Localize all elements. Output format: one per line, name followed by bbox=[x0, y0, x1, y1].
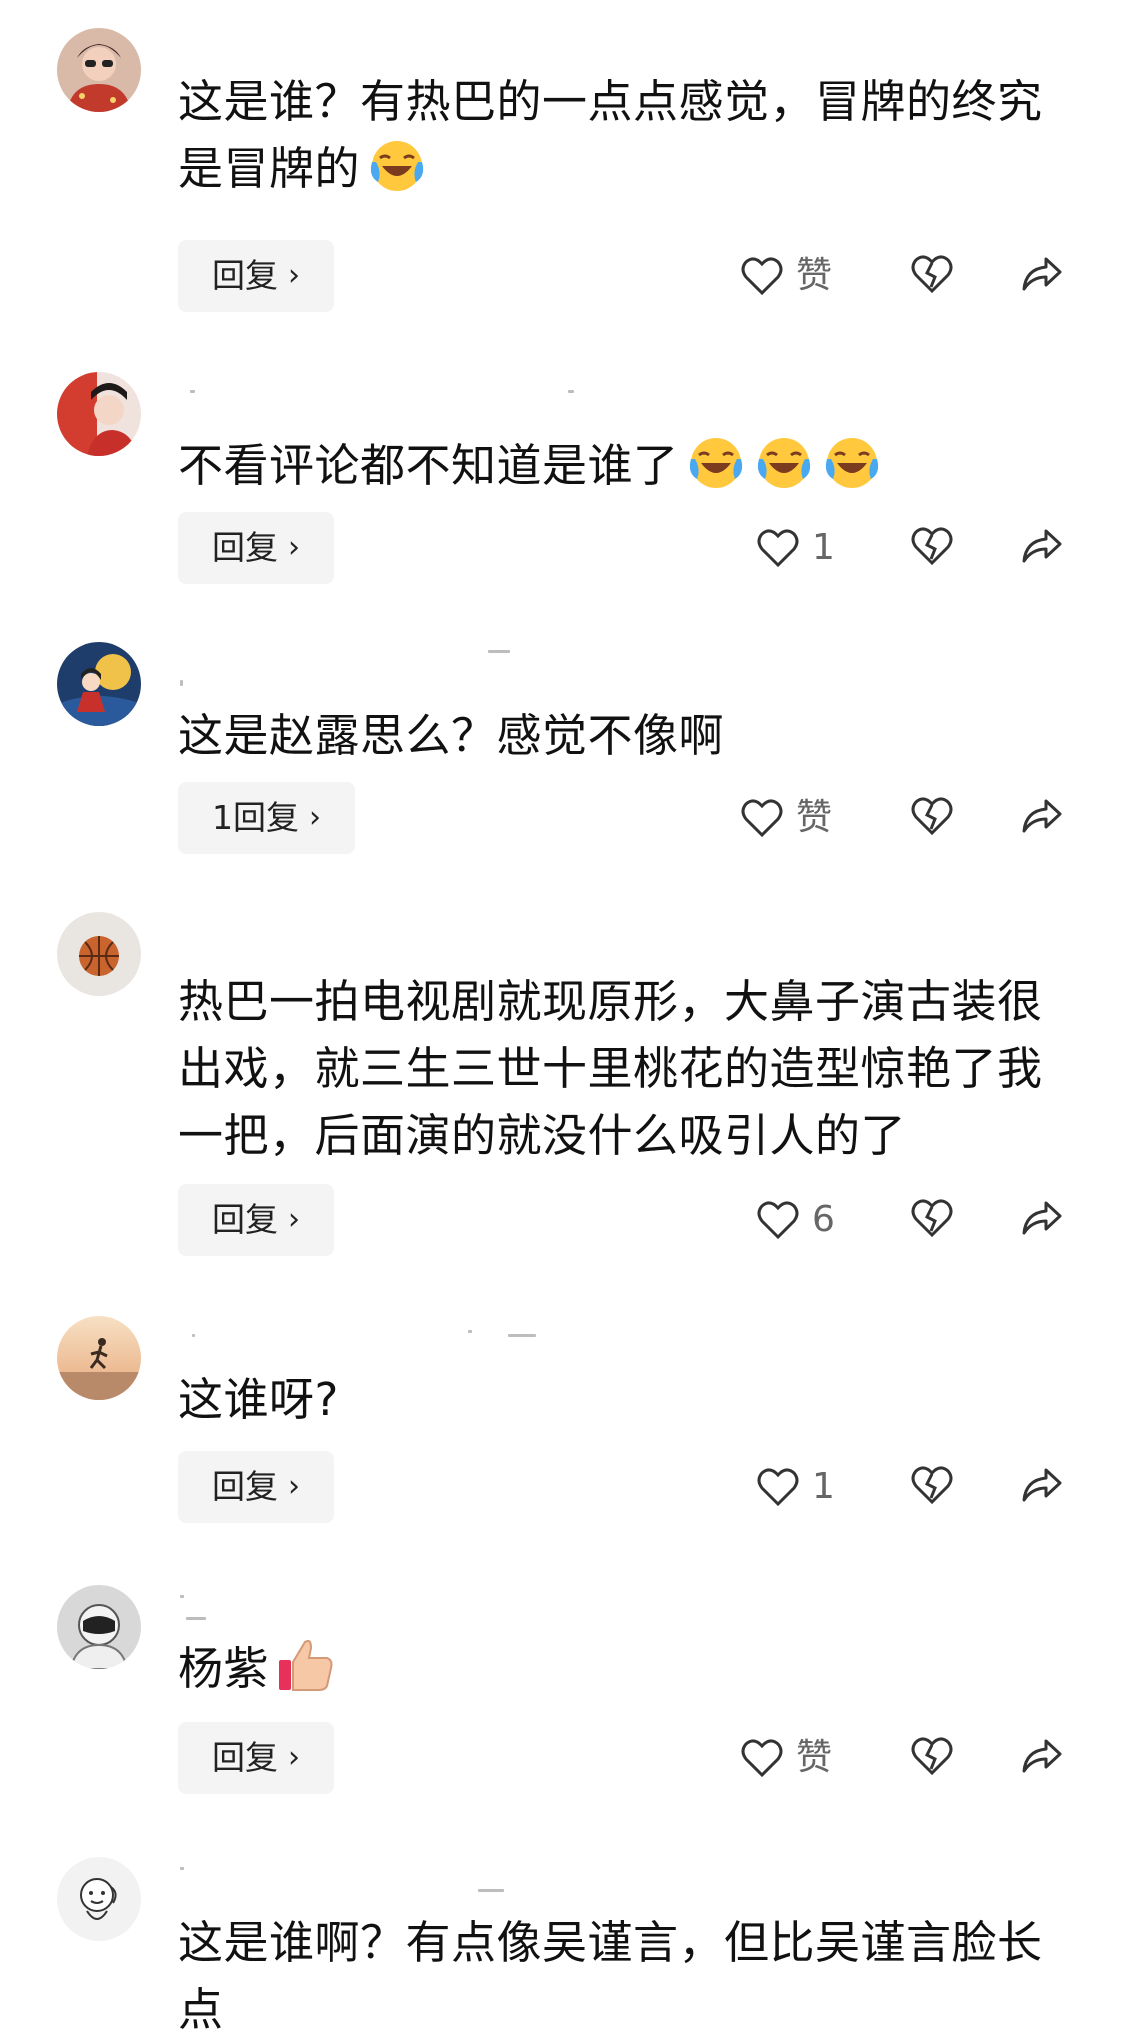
laugh-cry-emoji bbox=[689, 438, 742, 488]
broken-heart-icon[interactable] bbox=[910, 795, 954, 837]
comment-actions: 6 bbox=[0, 1184, 1121, 1256]
heart-outline-icon bbox=[757, 1468, 799, 1507]
sunset-runner-avatar[interactable] bbox=[57, 1316, 141, 1400]
like-button[interactable]: 6 bbox=[756, 1196, 835, 1244]
comment-text: 这是谁？有热巴的一点点感觉，冒牌的终究是冒牌的 bbox=[178, 75, 1043, 195]
comment-actions: 1 bbox=[0, 512, 1121, 584]
heart-outline-icon bbox=[741, 257, 783, 296]
share-arrow-icon[interactable] bbox=[1020, 1464, 1064, 1506]
cartoon-girl-avatar[interactable] bbox=[57, 642, 141, 726]
like-button[interactable]: 1 bbox=[756, 1463, 835, 1511]
like-button[interactable]: 赞 bbox=[740, 252, 832, 300]
heart-outline-icon bbox=[741, 799, 783, 838]
broken-heart-icon[interactable] bbox=[910, 1464, 954, 1506]
comment-actions: 赞 bbox=[0, 1722, 1121, 1794]
share-arrow-icon[interactable] bbox=[1020, 1735, 1064, 1777]
comment-feed: 这是谁？有热巴的一点点感觉，冒牌的终究是冒牌的 回复 › 赞 不看评论都不知道是谁… bbox=[0, 0, 1121, 2037]
astronaut-avatar[interactable] bbox=[57, 1585, 141, 1669]
comment-actions: 赞 bbox=[0, 782, 1121, 854]
comment-text: 不看评论都不知道是谁了 bbox=[178, 432, 1078, 499]
woman-sunglasses-avatar[interactable] bbox=[57, 28, 141, 112]
username-placeholder bbox=[178, 1867, 598, 1892]
like-button[interactable]: 赞 bbox=[740, 1734, 832, 1782]
heart-outline-icon bbox=[757, 529, 799, 568]
comment-actions: 赞 bbox=[0, 240, 1121, 312]
broken-heart-icon[interactable] bbox=[910, 253, 954, 295]
laugh-cry-emoji bbox=[825, 438, 878, 488]
cartoon-face-avatar[interactable] bbox=[57, 1857, 141, 1941]
comment-actions: 1 bbox=[0, 1451, 1121, 1523]
heart-outline-icon bbox=[741, 1739, 783, 1778]
share-arrow-icon[interactable] bbox=[1020, 795, 1064, 837]
like-button[interactable]: 赞 bbox=[740, 794, 832, 842]
share-arrow-icon[interactable] bbox=[1020, 253, 1064, 295]
comment-text: 这是谁啊？有点像吴谨言，但比吴谨言脸长点 bbox=[178, 1916, 1043, 2036]
share-arrow-icon[interactable] bbox=[1020, 1197, 1064, 1239]
like-button[interactable]: 1 bbox=[756, 524, 835, 572]
basketball-avatar[interactable] bbox=[57, 912, 141, 996]
broken-heart-icon[interactable] bbox=[910, 1197, 954, 1239]
username-placeholder bbox=[178, 390, 598, 394]
thumbs-up-emoji bbox=[279, 1639, 333, 1691]
comment-text: 这是赵露思么？感觉不像啊 bbox=[178, 709, 725, 762]
laugh-cry-emoji bbox=[370, 141, 424, 191]
comment-text: 杨紫 bbox=[178, 1635, 1078, 1702]
comment-text: 热巴一拍电视剧就现原形，大鼻子演古装很出戏，就三生三世十里桃花的造型惊艳了我一把… bbox=[178, 975, 1043, 1162]
broken-heart-icon[interactable] bbox=[910, 1735, 954, 1777]
laugh-cry-emoji bbox=[757, 438, 810, 488]
username-placeholder bbox=[178, 650, 598, 686]
red-costume-avatar[interactable] bbox=[57, 372, 141, 456]
username-placeholder bbox=[178, 1595, 598, 1620]
username-placeholder bbox=[178, 1330, 598, 1338]
heart-outline-icon bbox=[757, 1201, 799, 1240]
comment-text: 这谁呀? bbox=[178, 1373, 339, 1426]
broken-heart-icon[interactable] bbox=[910, 525, 954, 567]
share-arrow-icon[interactable] bbox=[1020, 525, 1064, 567]
